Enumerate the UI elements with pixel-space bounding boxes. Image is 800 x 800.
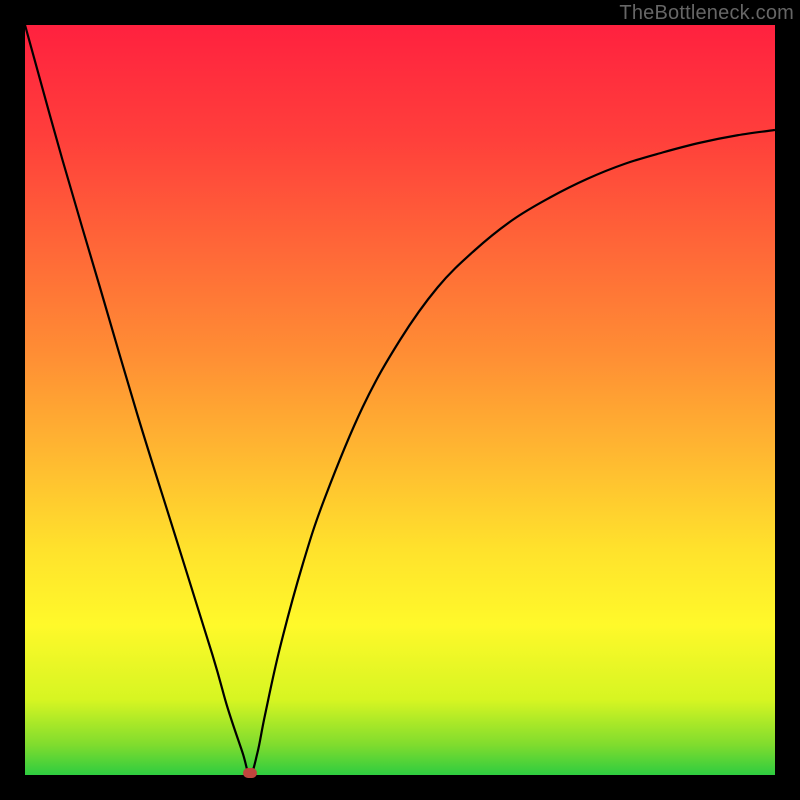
bottleneck-curve <box>25 25 775 775</box>
plot-area <box>25 25 775 775</box>
minimum-marker <box>243 768 257 778</box>
watermark-text: TheBottleneck.com <box>619 2 794 25</box>
chart-container: TheBottleneck.com <box>0 0 800 800</box>
